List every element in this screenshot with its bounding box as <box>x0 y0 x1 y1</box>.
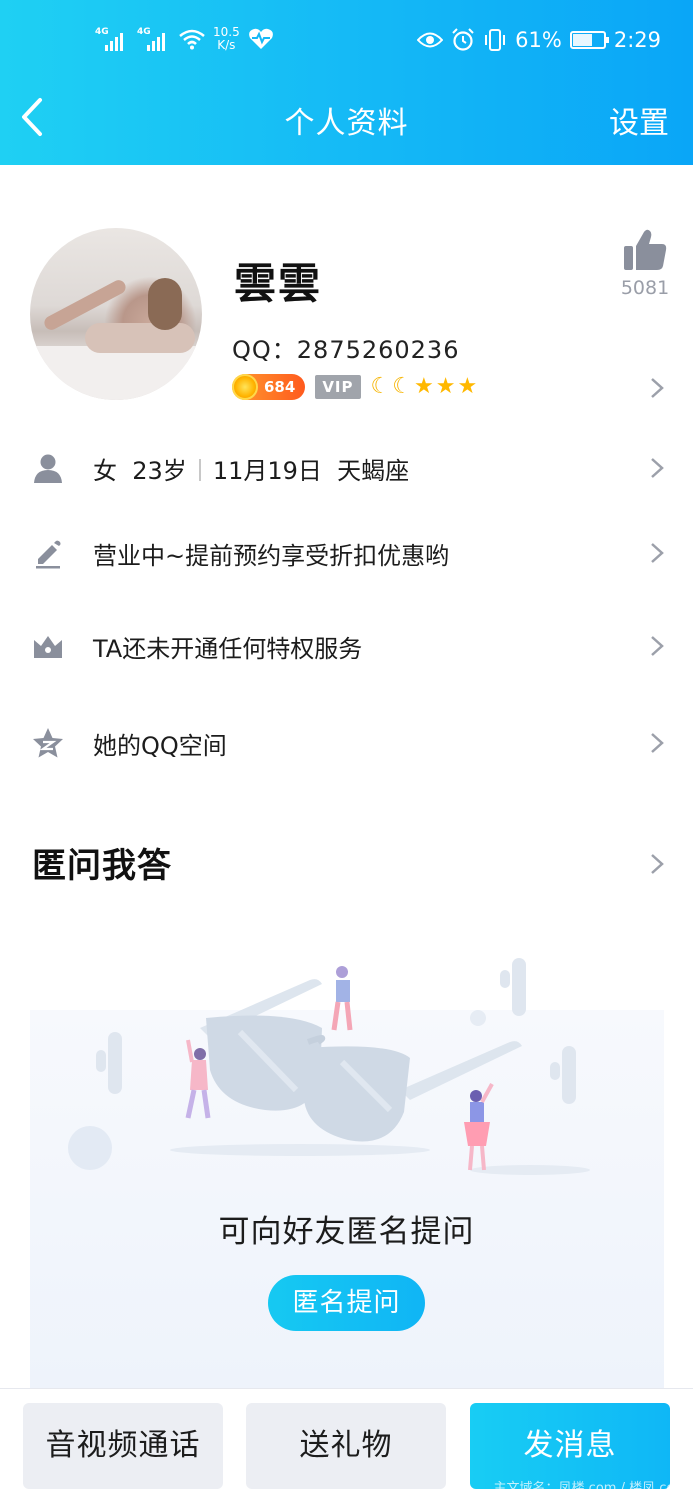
status-bar: 4G 4G 10.5 K/s 61% 2:29 <box>0 18 693 68</box>
qzone-row[interactable]: 她的QQ空间 <box>0 713 693 773</box>
divider <box>198 459 201 481</box>
coin-icon <box>232 374 258 400</box>
header-bar: 4G 4G 10.5 K/s 61% 2:29 个人资料 设置 <box>0 0 693 165</box>
person-icon <box>34 454 62 483</box>
qa-section-title: 匿问我答 <box>32 846 172 886</box>
speed-unit: K/s <box>217 38 236 52</box>
like-count: 5081 <box>620 277 670 299</box>
thumbs-up-icon[interactable] <box>622 228 668 272</box>
zodiac-value: 天蝎座 <box>337 457 410 485</box>
alarm-icon <box>452 28 474 51</box>
network-speed: 10.5 K/s <box>213 26 240 52</box>
signature-text: 营业中~提前预约享受折扣优惠哟 <box>93 542 450 570</box>
bottom-action-bar: 音视频通话 送礼物 发消息 主文域名：凤楼.com / 楼凤.com <box>0 1388 693 1500</box>
basic-info-text: 女 23岁 11月19日 天蝎座 <box>93 451 409 486</box>
qq-number: QQ：2875260236 <box>232 336 460 364</box>
chevron-right-icon <box>651 458 664 478</box>
coin-level-badge: 684 <box>232 374 306 400</box>
anonymous-question-button[interactable]: 匿名提问 <box>268 1275 425 1331</box>
clock-time: 2:29 <box>613 28 661 52</box>
profile-name: 雲雲 <box>234 259 323 308</box>
sunglasses-illustration <box>68 958 590 1175</box>
level-icons: ☾ ☾ ★ ★ ★ <box>371 375 478 399</box>
qzone-text: 她的QQ空间 <box>93 732 227 760</box>
chevron-right-icon[interactable] <box>650 853 664 875</box>
qzone-star-icon <box>33 728 63 758</box>
pencil-icon <box>36 540 61 569</box>
moon-icon: ☾ <box>370 374 391 399</box>
eye-icon <box>417 32 444 48</box>
avatar[interactable] <box>30 228 202 400</box>
signal-icon: 4G <box>137 27 171 51</box>
birthday-value: 11月19日 <box>212 457 322 485</box>
battery-percent: 61% <box>515 28 562 52</box>
star-icon: ★ <box>413 374 434 399</box>
page-title: 个人资料 <box>284 106 409 141</box>
basic-info-row[interactable]: 女 23岁 11月19日 天蝎座 <box>0 438 693 498</box>
vip-badge: VIP <box>315 375 361 399</box>
watermark-text: 主文域名：凤楼.com / 楼凤.com <box>493 1481 687 1496</box>
age-value: 23岁 <box>132 457 187 485</box>
chevron-right-icon[interactable] <box>650 377 664 399</box>
privilege-text: TA还未开通任何特权服务 <box>93 635 363 663</box>
settings-button[interactable]: 设置 <box>609 98 669 142</box>
signal-icon: 4G <box>95 27 129 51</box>
av-call-button[interactable]: 音视频通话 <box>23 1403 223 1489</box>
moon-icon: ☾ <box>392 374 412 399</box>
vibrate-icon <box>485 29 506 51</box>
star-icon: ★ <box>435 374 456 399</box>
star-icon: ★ <box>457 374 478 399</box>
privilege-row[interactable]: TA还未开通任何特权服务 <box>0 616 693 676</box>
chevron-right-icon <box>651 733 664 753</box>
coin-level-value: 684 <box>264 378 296 396</box>
wifi-icon <box>179 29 205 50</box>
battery-icon <box>569 31 609 49</box>
heart-rate-icon <box>248 28 273 49</box>
badge-row[interactable]: 684 VIP ☾ ☾ ★ ★ ★ <box>232 374 477 400</box>
chevron-right-icon <box>651 543 664 563</box>
signature-row[interactable]: 营业中~提前预约享受折扣优惠哟 <box>0 523 693 583</box>
qa-prompt: 可向好友匿名提问 <box>218 1214 475 1250</box>
gender-value: 女 <box>93 457 117 485</box>
crown-icon <box>34 636 62 658</box>
send-gift-button[interactable]: 送礼物 <box>246 1403 446 1489</box>
chevron-right-icon <box>651 636 664 656</box>
